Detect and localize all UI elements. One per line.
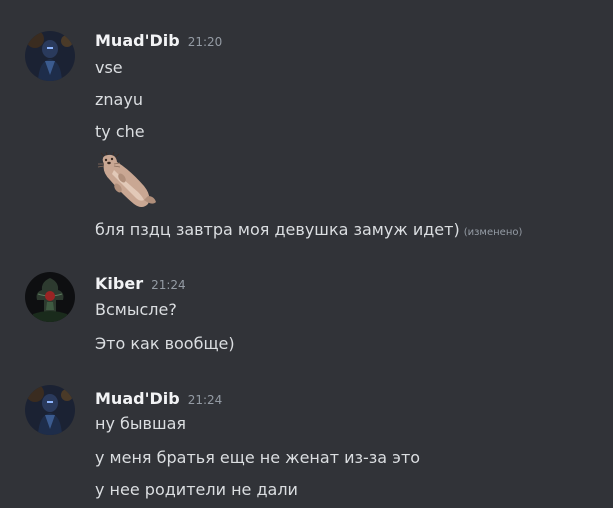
username[interactable]: Muad'Dib (95, 389, 180, 408)
message-text: Всмысле? (95, 300, 177, 319)
otter-sticker-icon (97, 151, 156, 207)
username[interactable]: Kiber (95, 274, 143, 293)
message-text: у меня братья еще не женат из-за это (95, 448, 421, 467)
avatar[interactable] (25, 385, 75, 435)
message-text: ty che (95, 122, 145, 141)
username[interactable]: Muad'Dib (95, 31, 180, 50)
message-text: бля пздц завтра моя девушка замуж идет) (… (95, 219, 522, 244)
avatar[interactable] (25, 272, 75, 322)
message-text: у нее родители не дали (95, 480, 298, 499)
chat-messages: Muad'Dib 21:20 vse znayu ty che бля пздц … (0, 0, 613, 508)
avatar[interactable] (25, 31, 75, 81)
edited-label[interactable]: (изменено) (464, 227, 523, 238)
timestamp[interactable]: 21:24 (188, 393, 223, 407)
message-body: бля пздц завтра моя девушка замуж идет) (95, 220, 460, 239)
timestamp[interactable]: 21:20 (188, 35, 223, 49)
otter-sticker[interactable] (92, 151, 158, 210)
message-header: Muad'Dib 21:24 (95, 389, 222, 409)
message-text: vse (95, 58, 123, 77)
message-header: Muad'Dib 21:20 (95, 31, 222, 51)
message-header: Kiber 21:24 (95, 274, 186, 294)
avatar-muaddib-icon (25, 31, 75, 81)
message-text: znayu (95, 90, 143, 109)
avatar-muaddib-icon (25, 385, 75, 435)
avatar-kiber-icon (25, 272, 75, 322)
message-text: Это как вообще) (95, 334, 235, 353)
timestamp[interactable]: 21:24 (151, 278, 186, 292)
message-text: ну бывшая (95, 414, 187, 433)
